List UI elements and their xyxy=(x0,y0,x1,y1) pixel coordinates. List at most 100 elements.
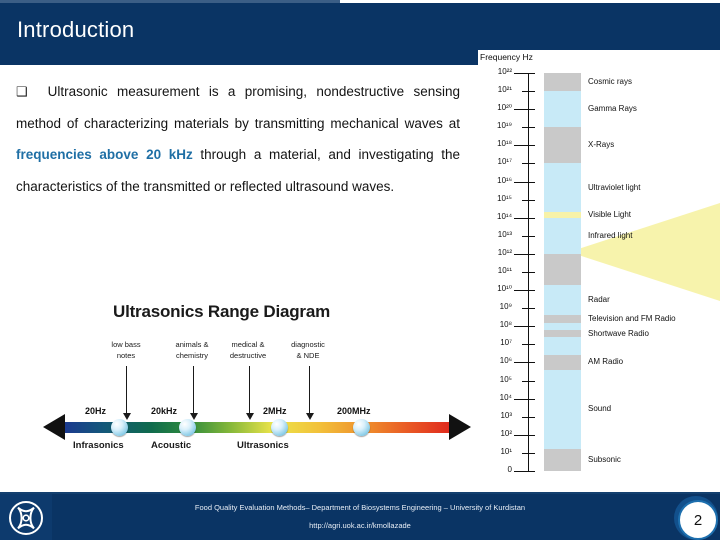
em-band-ultraviolet-light xyxy=(544,163,581,213)
band-label-acoustic: Acoustic xyxy=(151,440,192,451)
em-band-cosmic-rays xyxy=(544,73,581,92)
em-axis-tick xyxy=(514,253,535,255)
body-paragraph: ❑ Ultrasonic measurement is a promising, … xyxy=(16,76,460,202)
em-band-unlabeled-9 xyxy=(544,322,581,330)
freq-tag-200mhz: 200MHz xyxy=(337,406,371,416)
spectrum-arrow-right-icon xyxy=(449,414,471,440)
em-axis-tick xyxy=(522,380,535,382)
em-band-label: Visible Light xyxy=(588,210,631,219)
em-axis-tick-label: 10⁸ xyxy=(499,320,512,330)
em-axis-tick-label: 10¹⁸ xyxy=(497,139,512,149)
em-axis-tick-label: 10¹⁵ xyxy=(497,193,512,203)
em-band-label: Television and FM Radio xyxy=(588,314,676,324)
slide-canvas: Introduction ❑ Ultrasonic measurement is … xyxy=(0,0,720,540)
spectrum-node-20hz xyxy=(111,419,128,436)
em-axis-tick xyxy=(514,109,535,111)
em-axis-tick-label: 10² xyxy=(500,428,512,438)
em-axis-tick-label: 10¹⁷ xyxy=(497,157,512,167)
em-band-label: Shortwave Radio xyxy=(588,328,649,338)
em-axis-tick-label: 10¹ xyxy=(500,446,512,456)
em-axis-tick-label: 10³ xyxy=(500,410,512,420)
em-axis-tick xyxy=(522,235,535,237)
em-band-label: Sound xyxy=(588,404,612,414)
em-band-strip xyxy=(544,73,581,471)
highlighted-phrase: frequencies above 20 kHz xyxy=(16,147,193,162)
em-axis-tick xyxy=(522,127,535,129)
em-axis-tick xyxy=(514,362,535,364)
spectrum-node-2mhz xyxy=(271,419,288,436)
callout-arrow-1 xyxy=(123,366,131,420)
freq-tag-20khz: 20kHz xyxy=(151,406,178,416)
em-band-subsonic xyxy=(544,449,581,471)
em-band-sound xyxy=(544,369,581,450)
band-label-infrasonics: Infrasonics xyxy=(73,440,124,451)
em-axis-tick-label: 10⁶ xyxy=(499,356,512,366)
em-axis-tick xyxy=(522,416,535,418)
em-axis-tick-label: 10¹⁰ xyxy=(497,284,512,294)
callout-arrow-3 xyxy=(246,366,254,420)
em-axis-tick-label: 10⁷ xyxy=(500,338,512,348)
slide-footer: Food Quality Evaluation Methods– Departm… xyxy=(0,492,720,540)
em-axis-tick-label: 10²⁰ xyxy=(497,103,512,113)
freq-tag-2mhz: 2MHz xyxy=(263,406,287,416)
em-axis-tick-label: 10²¹ xyxy=(497,85,512,95)
em-axis-tick xyxy=(514,290,535,292)
spectrum-arrow-left-icon xyxy=(43,414,65,440)
em-band-label: Subsonic xyxy=(588,455,621,465)
electromagnetic-spectrum-figure: Frequency Hz 10²² 10²¹ 10²⁰ 10¹⁹ 10¹⁸ 10¹⁷ 10¹… xyxy=(478,50,720,476)
em-axis-tick-label: 10²² xyxy=(497,67,512,76)
em-axis-tick-label: 10⁴ xyxy=(499,392,512,402)
em-band-label: Radar xyxy=(588,295,610,305)
em-axis-tick xyxy=(522,308,535,310)
em-axis-tick xyxy=(522,199,535,201)
body-text-part-1: Ultrasonic measurement is a promising, n… xyxy=(16,84,460,131)
spectrum-node-20khz xyxy=(179,419,196,436)
em-axis-tick-label: 10¹³ xyxy=(497,229,512,239)
em-band-label: Ultraviolet light xyxy=(588,182,641,192)
em-band-shortwave-radio xyxy=(544,329,581,338)
range-diagram-title: Ultrasonics Range Diagram xyxy=(113,302,331,321)
ultrasonics-range-diagram: Ultrasonics Range Diagram low bass notes… xyxy=(43,300,475,470)
em-axis-tick xyxy=(522,91,535,93)
callout-arrow-4 xyxy=(306,366,314,420)
callout-diagnostic-nde: diagnostic & NDE xyxy=(291,340,325,360)
em-band-label: X-Rays xyxy=(588,140,615,150)
em-axis-tick xyxy=(514,398,535,400)
em-axis-tick xyxy=(522,344,535,346)
em-band-am-radio xyxy=(544,355,581,370)
em-axis-tick xyxy=(514,181,535,183)
em-axis-tick xyxy=(522,452,535,454)
em-axis-tick xyxy=(514,434,535,436)
em-band-unlabeled-6 xyxy=(544,253,581,285)
em-band-label: AM Radio xyxy=(588,357,624,367)
page-title: Introduction xyxy=(17,17,135,42)
em-band-label: Cosmic rays xyxy=(588,77,633,87)
em-band-x-rays xyxy=(544,127,581,164)
callout-medical-destructive: medical & destructive xyxy=(229,340,267,360)
em-figure-caption: Frequency Hz xyxy=(480,52,533,62)
em-axis-tick-label: 10⁵ xyxy=(499,374,512,384)
em-axis-tick-label: 0 xyxy=(507,465,512,474)
em-band-unlabeled-11 xyxy=(544,337,581,356)
em-axis-tick xyxy=(514,326,535,328)
freq-tag-20hz: 20Hz xyxy=(85,406,107,416)
em-band-infrared-light xyxy=(544,217,581,254)
em-axis-tick xyxy=(514,73,535,74)
em-band-radar xyxy=(544,284,581,316)
page-number-badge: 2 xyxy=(678,500,718,540)
callout-low-bass-notes: low bass notes xyxy=(111,340,141,360)
em-band-label: Gamma Rays xyxy=(588,104,637,114)
em-band-label: Infrared light xyxy=(588,230,633,240)
em-axis-tick-label: 10¹⁴ xyxy=(497,211,512,221)
em-axis-tick xyxy=(522,272,535,273)
em-band-television-and-fm-radio xyxy=(544,315,581,323)
em-band-gamma-rays xyxy=(544,91,581,128)
em-axis-tick-label: 10¹¹ xyxy=(497,266,512,275)
em-axis-tick xyxy=(522,163,535,165)
footer-line-1: Food Quality Evaluation Methods– Departm… xyxy=(194,503,526,512)
footer-line-2[interactable]: http://agri.uok.ac.ir/kmollazade xyxy=(0,521,720,530)
bullet-icon: ❑ xyxy=(16,84,28,99)
spectrum-node-200mhz xyxy=(353,419,370,436)
em-axis-tick-label: 10¹² xyxy=(497,247,512,257)
em-axis-tick xyxy=(514,471,535,472)
